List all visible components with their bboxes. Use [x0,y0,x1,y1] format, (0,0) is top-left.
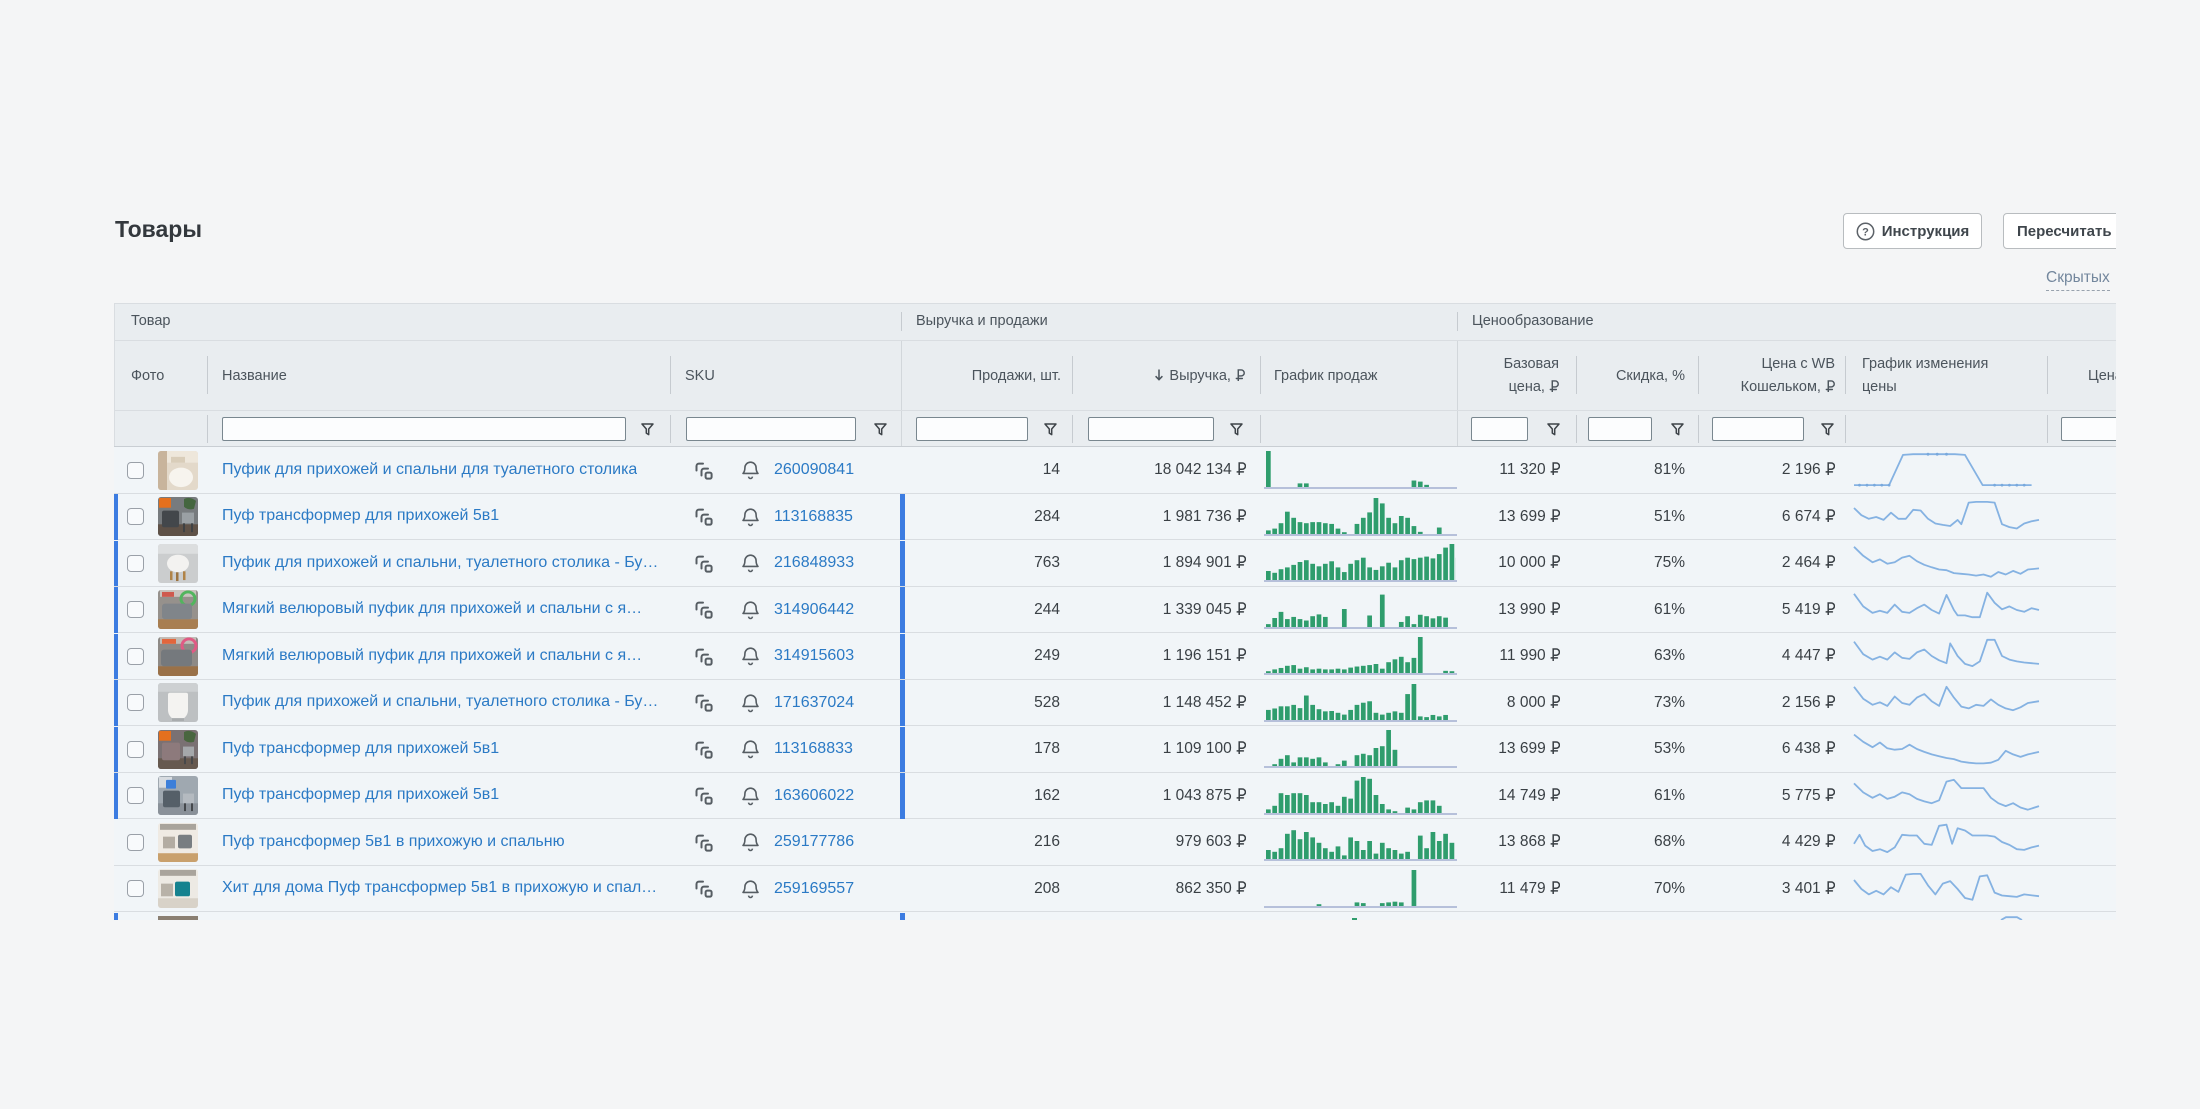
svg-text:?: ? [1862,226,1869,238]
